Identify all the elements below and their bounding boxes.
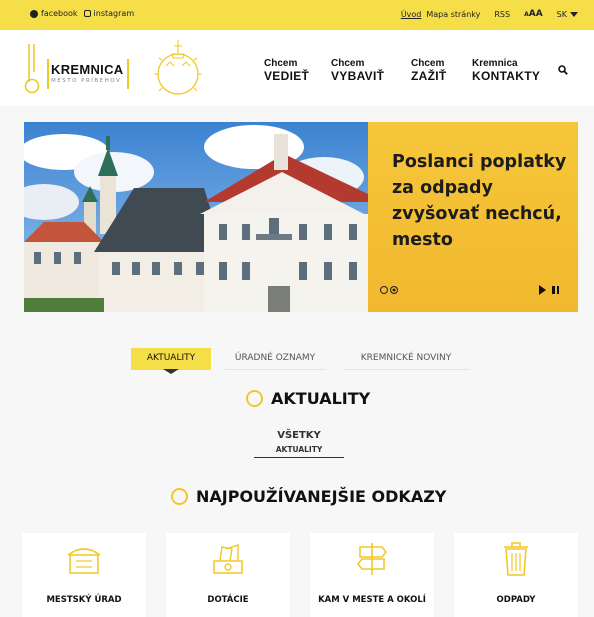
language-label: SK	[556, 9, 567, 19]
hero-caption-panel[interactable]: Poslanci poplatky za odpady zvyšovať nec…	[368, 122, 578, 312]
search-icon[interactable]	[558, 65, 568, 75]
hero-photo[interactable]	[24, 122, 368, 312]
card-odpady[interactable]: ODPADY	[454, 533, 578, 617]
nav-vediet-line2: VEDIEŤ	[264, 69, 310, 83]
language-select[interactable]: SK	[557, 10, 578, 19]
nav-vybavit-line2: VYBAVIŤ	[331, 69, 385, 83]
ring-icon	[171, 488, 188, 505]
hero-slider: Poslanci poplatky za odpady zvyšovať nec…	[24, 122, 578, 312]
logo-bar-right	[127, 59, 129, 89]
town-emblem-icon	[154, 40, 202, 95]
card-mestsky-urad[interactable]: MESTSKÝ ÚRAD	[22, 533, 146, 617]
home-link[interactable]: Úvod	[401, 10, 422, 19]
tab-kremnicke-noviny[interactable]: KREMNICKÉ NOVINY	[343, 348, 469, 370]
nav-kontakty[interactable]: Kremnica KONTAKTY	[472, 58, 540, 83]
active-tab-pointer	[163, 369, 179, 374]
ring-icon	[246, 390, 263, 407]
site-header: KREMNICA MESTO PRÍBEHOV Chcem VEDIEŤ Chc…	[0, 30, 594, 106]
utility-links: Úvod Mapa stránky RSS AAA SK	[401, 9, 578, 19]
facebook-icon	[30, 9, 38, 18]
nav-kontakty-line2: KONTAKTY	[472, 69, 541, 83]
logo-tagline: MESTO PRÍBEHOV	[51, 78, 122, 84]
instagram-label: instagram	[93, 9, 135, 18]
facebook-label: facebook	[41, 9, 78, 18]
rss-link[interactable]: RSS	[494, 10, 510, 19]
nav-vybavit[interactable]: Chcem VYBAVIŤ	[331, 58, 384, 83]
tab-uradne-oznamy[interactable]: ÚRADNÉ OZNAMY	[225, 348, 325, 370]
slider-dot-2[interactable]	[390, 286, 398, 294]
money-icon	[213, 544, 243, 574]
tab-aktuality[interactable]: AKTUALITY	[131, 348, 211, 374]
site-logo[interactable]: KREMNICA MESTO PRÍBEHOV	[23, 42, 133, 94]
news-title: AKTUALITY	[246, 389, 370, 408]
top-bar: facebook instagram Úvod Mapa stránky RSS…	[0, 0, 594, 30]
logo-mark-icon	[24, 44, 40, 94]
play-icon[interactable]	[539, 285, 546, 295]
card-mestsky-urad-label: MESTSKÝ ÚRAD	[46, 595, 122, 605]
sitemap-link[interactable]: Mapa stránky	[426, 10, 480, 19]
news-title-text: AKTUALITY	[271, 389, 371, 408]
social-links: facebook instagram	[30, 9, 134, 18]
nav-vybavit-line1: Chcem	[331, 58, 365, 69]
trash-bin-icon	[504, 542, 528, 576]
tab-uradne-oznamy-label: ÚRADNÉ OZNAMY	[234, 353, 316, 363]
hero-headline[interactable]: Poslanci poplatky za odpady zvyšovať nec…	[392, 149, 572, 253]
tab-aktuality-label: AKTUALITY	[146, 353, 196, 363]
instagram-link[interactable]: instagram	[83, 9, 135, 18]
filter-aktuality[interactable]: AKTUALITY	[254, 445, 344, 458]
nav-zazit[interactable]: Chcem ZAŽIŤ	[411, 58, 447, 83]
card-kam-v-meste[interactable]: KAM V MESTE A OKOLÍ	[310, 533, 434, 617]
slider-dots	[380, 286, 398, 294]
instagram-icon	[83, 10, 91, 17]
font-large-label: AA	[528, 9, 543, 19]
town-hall-icon	[67, 548, 101, 574]
card-dotacie-label: DOTÁCIE	[207, 595, 249, 605]
news-filter: VŠETKY AKTUALITY	[254, 430, 344, 458]
slider-controls	[539, 285, 560, 295]
quick-links: MESTSKÝ ÚRAD DOTÁCIE KAM V MESTE A OKOLÍ…	[22, 533, 578, 617]
card-kam-v-meste-label: KAM V MESTE A OKOLÍ	[318, 595, 426, 605]
filter-all[interactable]: VŠETKY	[254, 430, 344, 441]
font-size-toggle[interactable]: AAA	[524, 9, 543, 19]
nav-vediet[interactable]: Chcem VEDIEŤ	[264, 58, 309, 83]
slider-dot-1[interactable]	[380, 286, 388, 294]
pause-icon[interactable]	[552, 285, 560, 295]
news-tabs: AKTUALITY ÚRADNÉ OZNAMY KREMNICKÉ NOVINY	[131, 348, 471, 374]
links-title-text: NAJPOUŽÍVANEJŠIE ODKAZY	[196, 487, 447, 506]
signpost-icon	[356, 543, 388, 575]
card-dotacie[interactable]: DOTÁCIE	[166, 533, 290, 617]
links-title: NAJPOUŽÍVANEJŠIE ODKAZY	[171, 487, 446, 506]
card-odpady-label: ODPADY	[496, 595, 536, 605]
facebook-link[interactable]: facebook	[30, 9, 78, 18]
logo-name: KREMNICA	[51, 62, 124, 77]
nav-zazit-line2: ZAŽIŤ	[411, 69, 447, 83]
nav-vediet-line1: Chcem	[264, 58, 298, 69]
nav-kontakty-line1: Kremnica	[472, 58, 518, 69]
logo-bar-left	[47, 59, 49, 89]
tab-kremnicke-noviny-label: KREMNICKÉ NOVINY	[360, 353, 452, 363]
chevron-down-icon	[570, 11, 578, 17]
nav-zazit-line1: Chcem	[411, 58, 445, 69]
